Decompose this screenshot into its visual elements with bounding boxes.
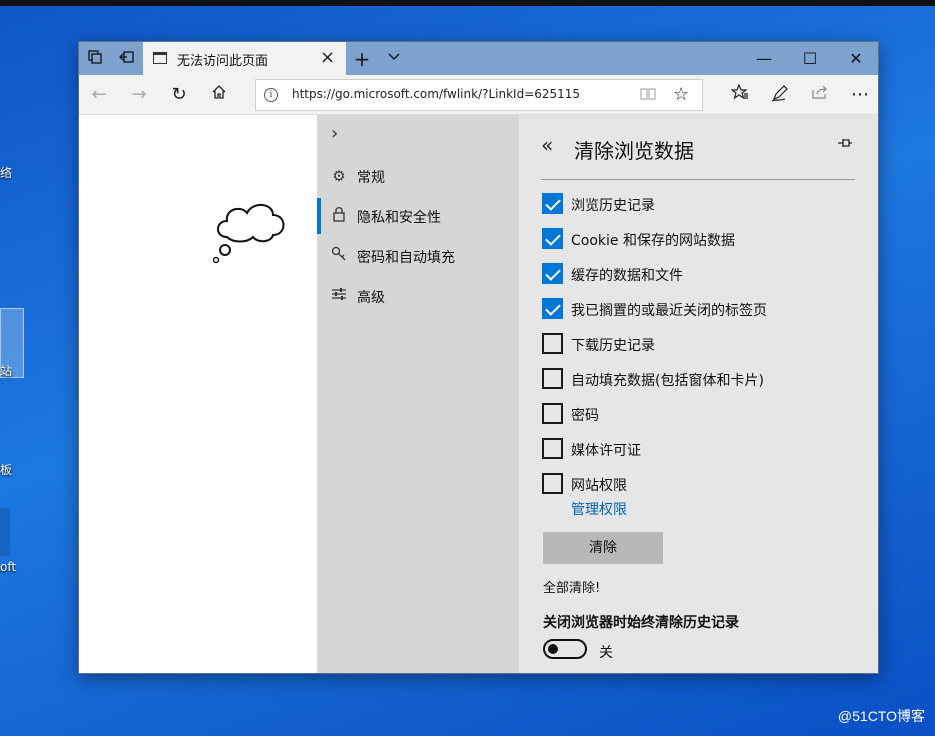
option-label: 媒体许可证 xyxy=(571,443,641,459)
maximize-button[interactable]: ☐ xyxy=(787,42,833,75)
page-icon xyxy=(153,52,167,64)
minimize-button[interactable]: — xyxy=(741,42,787,75)
desktop-icon-tile[interactable] xyxy=(0,508,10,556)
settings-nav: › ⚙ 常规 隐私和安全性 密码和自动填充 高级 xyxy=(317,115,519,673)
reading-view-icon[interactable] xyxy=(640,87,656,105)
settings-nav-passwords[interactable]: 密码和自动填充 xyxy=(317,236,519,276)
settings-nav-label: 高级 xyxy=(357,290,385,306)
desktop-icon-label[interactable]: 板 xyxy=(0,461,12,478)
desktop-icon-label[interactable]: 站 xyxy=(0,362,12,379)
option-media-licenses[interactable]: 媒体许可证 xyxy=(541,437,861,461)
share-icon[interactable] xyxy=(809,84,831,106)
nav-bar: ← → ↻ i https://go.microsoft.com/fwlink/… xyxy=(79,75,878,115)
checkbox[interactable] xyxy=(542,368,563,389)
chevron-right-icon[interactable]: › xyxy=(331,123,338,144)
tab-list-chevron-icon[interactable] xyxy=(384,49,404,69)
option-set-aside-tabs[interactable]: 我已搁置的或最近关闭的标签页 xyxy=(541,297,861,321)
panel-title: 清除浏览数据 xyxy=(574,139,694,163)
tab-preview-icon[interactable] xyxy=(85,49,105,69)
desktop-icon-label[interactable]: oft xyxy=(0,560,16,574)
settings-nav-label: 隐私和安全性 xyxy=(357,210,441,226)
option-passwords[interactable]: 密码 xyxy=(541,402,861,426)
checkbox[interactable] xyxy=(542,228,563,249)
option-autofill[interactable]: 自动填充数据(包括窗体和卡片) xyxy=(541,367,861,391)
forward-arrow-icon[interactable]: → xyxy=(128,84,150,106)
url-text: https://go.microsoft.com/fwlink/?LinkId=… xyxy=(292,87,581,101)
info-icon[interactable]: i xyxy=(264,88,278,102)
option-label: 浏览历史记录 xyxy=(571,198,655,214)
desktop-icon-label[interactable]: 络 xyxy=(0,164,12,181)
favorite-star-icon[interactable]: ☆ xyxy=(673,84,689,105)
tab-bar: 无法访问此页面 × + — ☐ ✕ xyxy=(79,42,878,75)
checkbox[interactable] xyxy=(542,263,563,284)
always-clear-toggle[interactable] xyxy=(543,639,587,659)
clear-button[interactable]: 清除 xyxy=(543,532,663,564)
favorites-hub-icon[interactable] xyxy=(729,83,751,106)
status-note: 全部清除! xyxy=(543,581,601,596)
divider xyxy=(541,179,855,180)
option-browsing-history[interactable]: 浏览历史记录 xyxy=(541,192,861,216)
settings-nav-privacy[interactable]: 隐私和安全性 xyxy=(317,196,519,236)
checkbox[interactable] xyxy=(542,193,563,214)
new-tab-icon[interactable]: + xyxy=(352,49,372,69)
home-icon[interactable] xyxy=(208,84,230,106)
watermark: @51CTO博客 xyxy=(837,708,925,724)
option-cached-files[interactable]: 缓存的数据和文件 xyxy=(541,262,861,286)
screen-top-edge xyxy=(0,0,935,6)
checkbox[interactable] xyxy=(542,473,563,494)
page-content xyxy=(79,115,317,673)
settings-nav-advanced[interactable]: 高级 xyxy=(317,276,519,316)
refresh-icon[interactable]: ↻ xyxy=(168,84,190,106)
settings-nav-label: 常规 xyxy=(357,170,385,186)
toggle-state-label: 关 xyxy=(599,645,613,661)
set-tabs-aside-icon[interactable] xyxy=(117,49,137,69)
key-icon xyxy=(329,246,349,266)
settings-nav-general[interactable]: ⚙ 常规 xyxy=(317,156,519,196)
gear-icon: ⚙ xyxy=(332,167,346,185)
lock-icon xyxy=(329,206,349,226)
toggle-knob xyxy=(548,644,558,654)
tab-close-icon[interactable]: × xyxy=(320,47,335,68)
option-label: 密码 xyxy=(571,408,599,424)
option-cookies[interactable]: Cookie 和保存的网站数据 xyxy=(541,227,861,251)
thought-cloud-icon xyxy=(213,204,285,264)
option-label: 缓存的数据和文件 xyxy=(571,268,683,284)
checkbox[interactable] xyxy=(542,333,563,354)
option-label: 网站权限 xyxy=(571,478,627,494)
option-site-permissions[interactable]: 网站权限 xyxy=(541,472,861,496)
address-bar[interactable]: i https://go.microsoft.com/fwlink/?LinkI… xyxy=(255,79,703,111)
clear-data-panel: « 清除浏览数据 浏览历史记录 Cookie 和保存的网站数据 缓存的数据和文件… xyxy=(519,115,878,673)
checkbox[interactable] xyxy=(542,438,563,459)
option-label: Cookie 和保存的网站数据 xyxy=(571,233,735,249)
back-arrow-icon[interactable]: ← xyxy=(88,84,110,106)
checkbox[interactable] xyxy=(542,298,563,319)
option-label: 我已搁置的或最近关闭的标签页 xyxy=(571,303,767,319)
option-download-history[interactable]: 下载历史记录 xyxy=(541,332,861,356)
always-clear-label: 关闭浏览器时始终清除历史记录 xyxy=(543,615,739,631)
close-window-button[interactable]: ✕ xyxy=(833,42,878,75)
settings-nav-label: 密码和自动填充 xyxy=(357,250,455,266)
tab-active[interactable]: 无法访问此页面 × xyxy=(143,42,346,75)
active-indicator xyxy=(317,198,321,234)
option-label: 自动填充数据(包括窗体和卡片) xyxy=(571,373,764,389)
pin-icon[interactable] xyxy=(837,137,853,153)
sliders-icon xyxy=(329,286,349,306)
tab-title: 无法访问此页面 xyxy=(177,54,269,69)
web-note-pen-icon[interactable] xyxy=(769,84,791,106)
option-label: 下载历史记录 xyxy=(571,338,655,354)
checkbox[interactable] xyxy=(542,403,563,424)
more-menu-icon[interactable]: ⋯ xyxy=(849,84,871,106)
back-double-chevron-icon[interactable]: « xyxy=(541,133,553,157)
browser-window: 无法访问此页面 × + — ☐ ✕ ← → ↻ i https://go.mic… xyxy=(78,41,879,674)
manage-permissions-link[interactable]: 管理权限 xyxy=(571,499,627,519)
